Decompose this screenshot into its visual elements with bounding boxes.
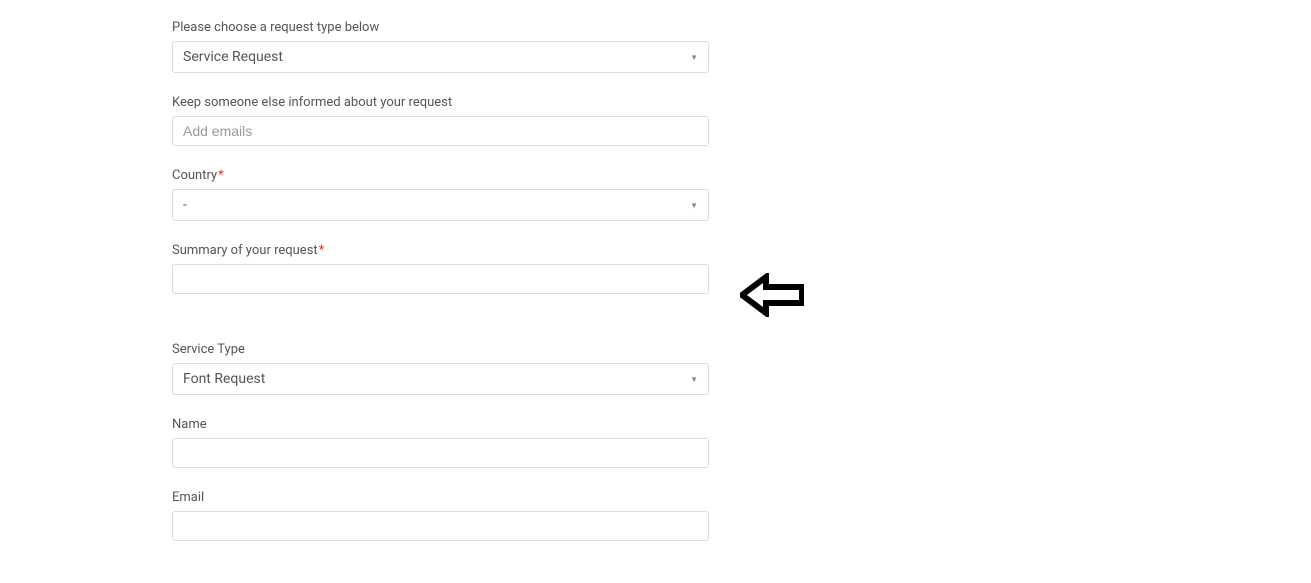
country-group: Country* - ▼	[172, 168, 710, 221]
keep-informed-group: Keep someone else informed about your re…	[172, 95, 710, 146]
country-select[interactable]: - ▼	[172, 189, 709, 221]
keep-informed-input[interactable]	[172, 116, 709, 146]
name-label: Name	[172, 417, 710, 432]
service-type-select[interactable]: Font Request ▼	[172, 363, 709, 395]
email-input[interactable]	[172, 511, 709, 541]
summary-label: Summary of your request*	[172, 243, 710, 258]
request-type-label: Please choose a request type below	[172, 20, 710, 35]
country-label-text: Country	[172, 168, 217, 183]
keep-informed-label: Keep someone else informed about your re…	[172, 95, 710, 110]
service-type-group: Service Type Font Request ▼	[172, 342, 710, 395]
name-group: Name	[172, 417, 710, 468]
summary-label-text: Summary of your request	[172, 243, 318, 258]
summary-input[interactable]	[172, 264, 709, 294]
country-value: -	[183, 197, 187, 213]
chevron-down-icon: ▼	[690, 201, 698, 210]
required-mark: *	[218, 168, 224, 183]
chevron-down-icon: ▼	[690, 53, 698, 62]
name-input[interactable]	[172, 438, 709, 468]
arrow-left-icon	[740, 273, 804, 321]
email-group: Email	[172, 490, 710, 541]
request-type-group: Please choose a request type below Servi…	[172, 20, 710, 73]
service-type-value: Font Request	[183, 371, 265, 387]
request-type-value: Service Request	[183, 49, 283, 65]
summary-group: Summary of your request*	[172, 243, 710, 294]
form-container: Please choose a request type below Servi…	[0, 0, 710, 583]
email-label: Email	[172, 490, 710, 505]
required-mark: *	[319, 243, 325, 258]
chevron-down-icon: ▼	[690, 375, 698, 384]
request-type-select[interactable]: Service Request ▼	[172, 41, 709, 73]
service-type-label: Service Type	[172, 342, 710, 357]
country-label: Country*	[172, 168, 710, 183]
